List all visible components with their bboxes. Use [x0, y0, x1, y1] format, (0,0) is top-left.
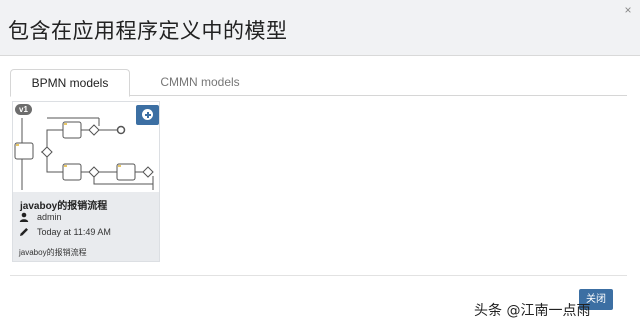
- tab-bpmn-models[interactable]: BPMN models: [10, 69, 130, 97]
- model-name[interactable]: javaboy的报销流程: [20, 197, 107, 212]
- watermark-text: 头条 @江南一点雨: [474, 303, 591, 319]
- model-thumbnail[interactable]: v1: [13, 102, 159, 192]
- tab-cmmn-models[interactable]: CMMN models: [140, 69, 260, 96]
- modal-title: 包含在应用程序定义中的模型: [8, 19, 288, 43]
- model-tabs: BPMN models CMMN models: [10, 69, 627, 97]
- plus-circle-icon: [142, 109, 153, 120]
- modified-time: Today at 11:49 AM: [37, 227, 111, 237]
- version-badge: v1: [15, 104, 32, 115]
- add-model-button[interactable]: [136, 105, 159, 125]
- close-icon[interactable]: ×: [622, 4, 634, 16]
- pencil-icon: [20, 228, 28, 236]
- footer-divider: [10, 275, 627, 276]
- owner-name: admin: [37, 212, 62, 222]
- modal-header: 包含在应用程序定义中的模型 ×: [0, 0, 640, 56]
- user-icon: [19, 212, 29, 222]
- model-card[interactable]: v1 javaboy的报销流程 admin Today at 11:49 AM …: [12, 101, 160, 262]
- model-description: javaboy的报销流程: [19, 248, 87, 257]
